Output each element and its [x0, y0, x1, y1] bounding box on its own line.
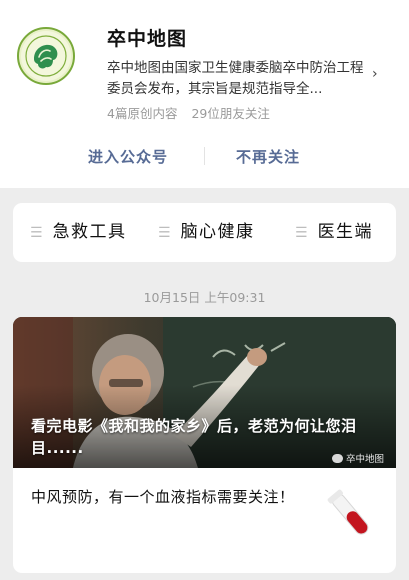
article-source: 卒中地图	[331, 451, 384, 465]
article-card: 看完电影《我和我的家乡》后，老范为何让您泪目...... 卒中地图 中风预防，有…	[13, 317, 396, 573]
original-content-count: 4篇原创内容	[107, 106, 178, 121]
article-list-item[interactable]: 中风预防，有一个血液指标需要关注！	[13, 468, 396, 573]
unfollow-button[interactable]: 不再关注	[236, 146, 300, 167]
chevron-right-icon[interactable]: ›	[372, 66, 378, 82]
account-description[interactable]: 卒中地图由国家卫生健康委脑卒中防治工程委员会发布，其宗旨是规范指导全...	[107, 58, 365, 100]
article-cover-item[interactable]: 看完电影《我和我的家乡》后，老范为何让您泪目...... 卒中地图	[13, 317, 396, 468]
menu-item-emergency-tools[interactable]: ☰ 急救工具	[30, 203, 127, 262]
menu-list-icon: ☰	[295, 225, 308, 241]
account-menu-bar: ☰ 急救工具 ☰ 脑心健康 ☰ 医生端	[13, 203, 396, 262]
friends-following-count: 29位朋友关注	[191, 106, 270, 121]
account-profile-header: 卒中地图 卒中地图由国家卫生健康委脑卒中防治工程委员会发布，其宗旨是规范指导全.…	[0, 0, 409, 188]
article-source-label: 卒中地图	[345, 454, 384, 465]
action-divider	[204, 147, 205, 165]
account-stats: 4篇原创内容 29位朋友关注	[107, 103, 270, 122]
enter-account-button[interactable]: 进入公众号	[88, 146, 168, 167]
menu-list-icon: ☰	[158, 225, 171, 241]
menu-item-doctor-portal[interactable]: ☰ 医生端	[295, 203, 373, 262]
article-cover-title: 看完电影《我和我的家乡》后，老范为何让您泪目......	[31, 417, 357, 457]
account-logo[interactable]	[17, 27, 75, 85]
menu-item-label: 医生端	[317, 222, 374, 242]
account-name: 卒中地图	[107, 28, 188, 50]
wechat-icon	[331, 454, 343, 463]
message-timestamp: 10月15日 上午09:31	[143, 290, 266, 305]
menu-item-brain-heart-health[interactable]: ☰ 脑心健康	[158, 203, 255, 262]
article-title: 中风预防，有一个血液指标需要关注！	[31, 488, 295, 506]
menu-list-icon: ☰	[30, 225, 43, 241]
menu-item-label: 急救工具	[52, 222, 127, 242]
blood-test-tube-icon	[321, 486, 381, 546]
menu-item-label: 脑心健康	[180, 222, 255, 242]
